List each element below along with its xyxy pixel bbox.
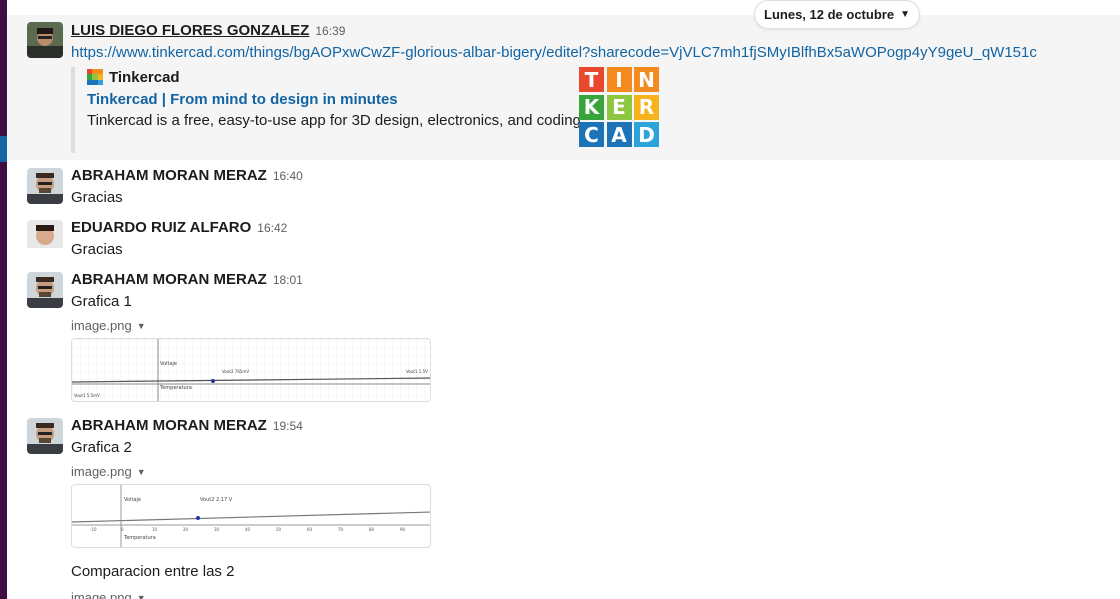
chart-ylabel: Voltaje (124, 497, 141, 503)
caret-down-icon: ▼ (136, 321, 146, 331)
chart-tick-label: 70 (338, 527, 344, 532)
message-item: ABRAHAM MORAN MERAZ 19:54 Grafica 2 image… (7, 410, 1120, 599)
file-name: image.png (71, 590, 132, 599)
chart-ylabel: Voltaje (160, 361, 177, 367)
message-item: LUIS DIEGO FLORES GONZALEZ 16:39 https://… (7, 15, 1120, 160)
sender-name[interactable]: ABRAHAM MORAN MERAZ (71, 271, 267, 288)
chart-point-label: Vout2 765mV (222, 369, 249, 374)
avatar[interactable] (27, 418, 63, 454)
image-attachment[interactable]: Voltaje Temperatura Vout2 765mV Vout1 1.… (71, 338, 431, 402)
chart-xlabel: Temperatura (159, 385, 192, 391)
message-item: ABRAHAM MORAN MERAZ 18:01 Grafica 1 image… (7, 264, 1120, 409)
chart-tick-label: 60 (307, 527, 313, 532)
date-divider-button[interactable]: Lunes, 12 de octubre ▼ (754, 0, 920, 29)
caret-down-icon: ▼ (136, 467, 146, 477)
chevron-down-icon: ▼ (900, 9, 910, 20)
chart-tick-label: 80 (369, 527, 375, 532)
logo-tile: A (606, 122, 632, 147)
image-attachment[interactable]: Voltaje Temperatura Vout2 2.17 V -10 0 10 2… (71, 484, 431, 548)
sender-name[interactable]: LUIS DIEGO FLORES GONZALEZ (71, 22, 309, 39)
logo-tile: E (606, 94, 632, 120)
link-preview: Tinkercad Tinkercad | From mind to desig… (71, 67, 681, 153)
message-timestamp[interactable]: 16:39 (315, 24, 345, 38)
preview-site-name: Tinkercad (109, 68, 180, 86)
logo-tile: D (634, 122, 659, 147)
file-name-toggle[interactable]: image.png ▼ (71, 318, 146, 333)
sender-name[interactable]: EDUARDO RUIZ ALFARO (71, 219, 251, 236)
logo-tile: C (579, 122, 604, 147)
sender-name[interactable]: ABRAHAM MORAN MERAZ (71, 417, 267, 434)
logo-tile: N (634, 67, 659, 92)
avatar[interactable] (27, 168, 63, 204)
date-divider-label: Lunes, 12 de octubre (764, 7, 895, 22)
file-name: image.png (71, 464, 132, 479)
chart-tick-label: -10 (90, 527, 97, 532)
avatar[interactable] (27, 272, 63, 308)
message-text: Gracias (71, 189, 123, 206)
caret-down-icon: ▼ (136, 593, 146, 599)
chart-corner-label: Vout1 5.5mV (74, 393, 100, 398)
chart-xlabel: Temperatura (123, 535, 156, 541)
chart-tick-label: 40 (245, 527, 251, 532)
message-text: Grafica 2 (71, 439, 132, 456)
logo-tile: T (579, 67, 604, 92)
shared-link[interactable]: https://www.tinkercad.com/things/bgAOPxw… (71, 44, 1037, 61)
logo-tile: I (606, 67, 632, 92)
chart-tick-label: 20 (183, 527, 189, 532)
avatar[interactable] (27, 22, 63, 58)
chart-tick-label: 10 (152, 527, 158, 532)
message-timestamp[interactable]: 18:01 (273, 273, 303, 287)
file-name: image.png (71, 318, 132, 333)
favicon-tile (97, 79, 103, 85)
message-item: EDUARDO RUIZ ALFARO 16:42 Gracias (7, 212, 1120, 262)
sender-name[interactable]: ABRAHAM MORAN MERAZ (71, 167, 267, 184)
logo-tile: K (579, 94, 604, 120)
message-text: Gracias (71, 241, 123, 258)
message-timestamp[interactable]: 16:42 (257, 221, 287, 235)
logo-tile: R (634, 94, 659, 120)
message-timestamp[interactable]: 19:54 (273, 419, 303, 433)
chart-tick-label: 50 (276, 527, 282, 532)
file-name-toggle[interactable]: image.png ▼ (71, 464, 146, 479)
file-name-toggle[interactable]: image.png ▼ (71, 590, 146, 599)
chart-tick-label: 30 (214, 527, 220, 532)
message-item: ABRAHAM MORAN MERAZ 16:40 Gracias (7, 160, 1120, 210)
message-text: Grafica 1 (71, 293, 132, 310)
workspace-sidebar-edge (0, 0, 7, 599)
message-text: Comparacion entre las 2 (71, 563, 235, 580)
sidebar-active-indicator (0, 136, 7, 162)
chart-tick-label: 90 (400, 527, 406, 532)
tinkercad-favicon-icon (87, 69, 103, 85)
tinkercad-logo-image[interactable]: TIN KER CAD (579, 67, 659, 147)
avatar[interactable] (27, 220, 63, 256)
chart-point-label: Vout2 2.17 V (200, 497, 233, 503)
chart-edge-label: Vout1 1.5V (406, 369, 428, 374)
message-timestamp[interactable]: 16:40 (273, 169, 303, 183)
